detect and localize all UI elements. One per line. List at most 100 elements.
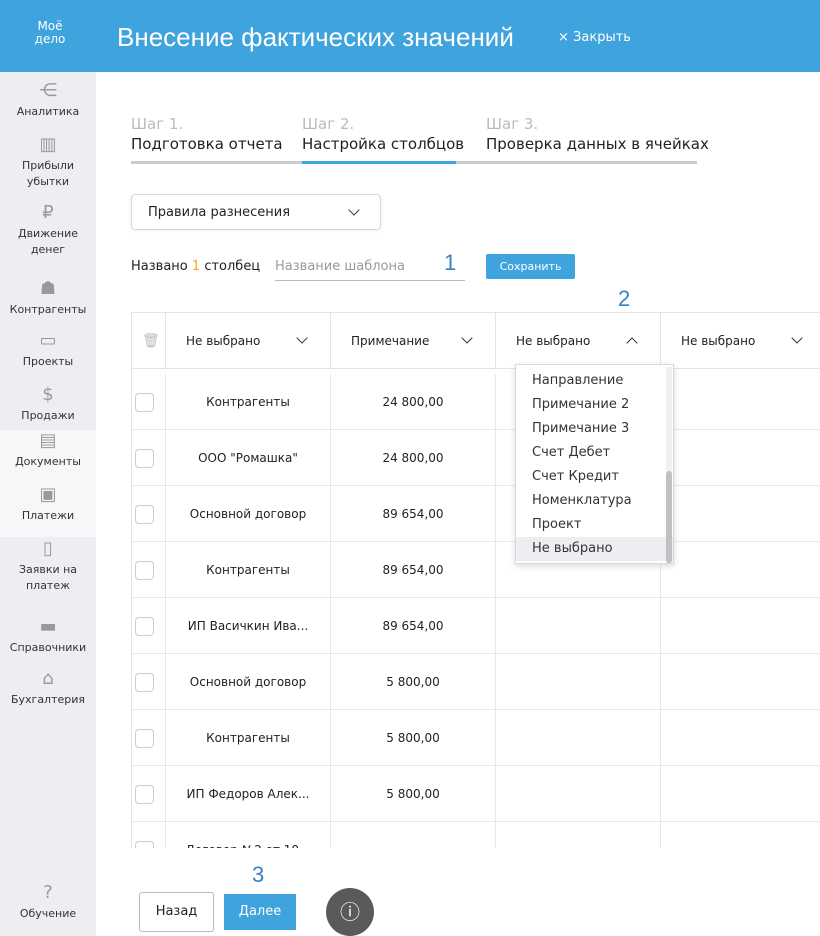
step-1[interactable]: Шаг 1. Подготовка отчета <box>131 115 283 153</box>
named-suffix: столбец <box>204 259 261 274</box>
column-select-value: Не выбрано <box>681 334 756 348</box>
step-progress-active <box>302 161 456 164</box>
table-row: Контрагенты 5 800,00 <box>132 710 820 766</box>
table-cell <box>495 654 660 710</box>
table-cell <box>495 598 660 654</box>
sidebar-item-label: Продажи <box>21 409 75 422</box>
chevron-down-icon <box>348 204 360 216</box>
table-cell <box>660 374 820 430</box>
step-2[interactable]: Шаг 2. Настройка столбцов <box>302 115 464 153</box>
table-cell: 5 800,00 <box>330 710 495 766</box>
dropdown-option[interactable]: Номенклатура <box>516 489 673 513</box>
sidebar-item[interactable]: ▭ Проекты <box>0 330 96 370</box>
marker-1: 1 <box>444 250 457 275</box>
sidebar-item[interactable]: ▤ Документы <box>0 430 96 470</box>
table-cell <box>660 542 820 598</box>
logo[interactable]: Моё дело <box>30 20 70 46</box>
payment-request-icon: ▯ <box>43 538 53 559</box>
row-checkbox[interactable] <box>135 841 154 848</box>
sidebar-item-label: Контрагенты <box>9 303 87 316</box>
dropdown-scrollbar[interactable] <box>666 367 672 563</box>
rules-select[interactable]: Правила разнесения <box>131 194 381 230</box>
table-cell: ООО "Ромашка" <box>165 430 330 486</box>
table-cell <box>660 430 820 486</box>
sidebar-item[interactable]: ▬ Справочники <box>0 616 96 656</box>
column-select-value: Примечание <box>351 334 430 348</box>
row-checkbox[interactable] <box>135 673 154 692</box>
sidebar-item[interactable]: ⋲ Аналитика <box>0 80 96 120</box>
dropdown-option[interactable]: Примечание 2 <box>516 393 673 417</box>
row-checkbox[interactable] <box>135 393 154 412</box>
table-cell <box>660 598 820 654</box>
dropdown-option[interactable]: Не выбрано <box>516 537 673 561</box>
chevron-down-icon <box>296 332 308 344</box>
table-cell: 5 800,00 <box>330 654 495 710</box>
sidebar-item[interactable]: ? Обучение <box>0 882 96 922</box>
row-checkbox[interactable] <box>135 617 154 636</box>
sidebar-item[interactable]: ▯ Заявки на платеж <box>0 538 96 594</box>
table-cell: Основной договор <box>165 486 330 542</box>
help-icon: ? <box>43 882 53 903</box>
column-select-2[interactable]: Примечание <box>330 313 495 369</box>
sidebar-item-label: Бухгалтерия <box>10 693 86 706</box>
dropdown-option[interactable]: Направление <box>516 369 673 393</box>
named-count: Названо 1 столбец <box>131 259 260 274</box>
sidebar-item[interactable]: $ Продажи <box>0 384 96 424</box>
close-button[interactable]: × Закрыть <box>558 30 631 45</box>
info-button[interactable]: ⓘ <box>326 888 374 936</box>
column-select-1[interactable]: Не выбрано <box>165 313 330 369</box>
row-checkbox[interactable] <box>135 505 154 524</box>
trash-icon[interactable]: 🗑 <box>142 333 160 349</box>
sidebar-item[interactable]: ☗ Контрагенты <box>0 278 96 318</box>
column-select-3[interactable]: Не выбрано <box>495 313 660 369</box>
dropdown-option[interactable]: Счет Дебет <box>516 441 673 465</box>
briefcase-icon: ▭ <box>39 330 57 351</box>
row-checkbox[interactable] <box>135 449 154 468</box>
table-cell <box>495 766 660 822</box>
row-checkbox[interactable] <box>135 729 154 748</box>
table-cell <box>660 654 820 710</box>
wallet-icon: ▣ <box>39 484 57 505</box>
chevron-down-icon <box>791 332 803 344</box>
document-icon: ▤ <box>39 430 57 451</box>
row-checkbox[interactable] <box>135 785 154 804</box>
scrollbar-thumb[interactable] <box>666 471 672 563</box>
table-cell <box>660 822 820 848</box>
folder-icon: ▬ <box>39 616 57 637</box>
step-label: Подготовка отчета <box>131 135 283 153</box>
table-row: Контрагенты 24 800,00 <box>132 374 820 430</box>
bar-chart-icon: ▥ <box>39 134 57 155</box>
next-button[interactable]: Далее <box>224 894 296 930</box>
step-progress <box>131 161 302 164</box>
sidebar-item-label: Прибыли убытки <box>21 159 75 188</box>
table-cell: 89 654,00 <box>330 486 495 542</box>
table-row: Основной договор 5 800,00 <box>132 654 820 710</box>
step-number: Шаг 2. <box>302 115 355 133</box>
chevron-down-icon <box>461 332 473 344</box>
ruble-cycle-icon: ₽ <box>42 202 54 223</box>
sidebar-item[interactable]: ▣ Платежи <box>0 484 96 524</box>
dropdown-option[interactable]: Проект <box>516 513 673 537</box>
table-cell <box>660 710 820 766</box>
table-cell: 5 800,00 <box>330 766 495 822</box>
back-button[interactable]: Назад <box>139 892 214 932</box>
table-cell: ИП Федоров Алек... <box>165 766 330 822</box>
step-3[interactable]: Шаг 3. Проверка данных в ячейках <box>486 115 709 153</box>
sidebar-item[interactable]: ▥ Прибыли убытки <box>0 134 96 190</box>
row-checkbox[interactable] <box>135 561 154 580</box>
marker-3: 3 <box>252 862 265 887</box>
template-name-input[interactable]: Название шаблона <box>275 252 465 281</box>
sidebar-item[interactable]: ₽ Движение денег <box>0 202 96 258</box>
column-select-4[interactable]: Не выбрано <box>660 313 820 369</box>
table-cell <box>660 486 820 542</box>
page-title: Внесение фактических значений <box>117 22 514 52</box>
table-cell: Контрагенты <box>165 542 330 598</box>
save-button[interactable]: Сохранить <box>486 254 575 279</box>
dropdown-option[interactable]: Примечание 3 <box>516 417 673 441</box>
dollar-icon: $ <box>42 384 54 405</box>
sidebar-item[interactable]: ⌂ Бухгалтерия <box>0 668 96 708</box>
named-prefix: Названо <box>131 259 188 274</box>
dropdown-option[interactable]: Счет Кредит <box>516 465 673 489</box>
step-label: Проверка данных в ячейках <box>486 135 709 153</box>
table-row: Основной договор 89 654,00 <box>132 486 820 542</box>
